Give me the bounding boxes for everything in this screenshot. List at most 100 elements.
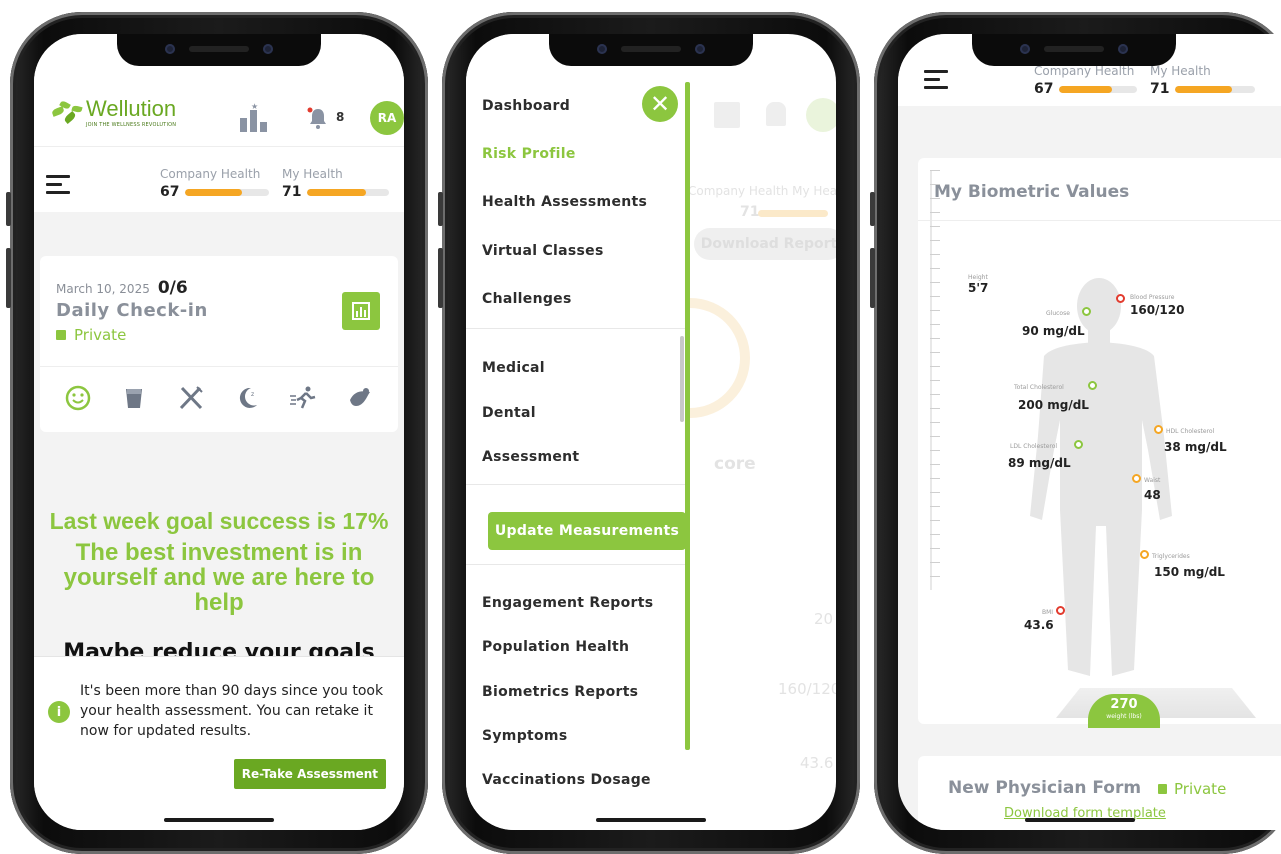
menu-item-health-assessments[interactable]: Health Assessments <box>482 194 647 210</box>
phone-frame-dashboard: Wellution JOIN THE WELLNESS REVOLUTION ★… <box>6 12 428 854</box>
running-icon[interactable] <box>289 384 317 412</box>
menu-item-dashboard[interactable]: Dashboard <box>482 98 570 114</box>
brand-tagline: JOIN THE WELLNESS REVOLUTION <box>86 122 177 128</box>
biometrics-screen: Company Health 67 My Health 71 My Biomet… <box>898 34 1281 830</box>
retake-assessment-notice: i It's been more than 90 days since you … <box>34 656 404 830</box>
menu-item-symptoms[interactable]: Symptoms <box>482 728 567 744</box>
hdl-cholesterol-value: 38 mg/dL <box>1164 440 1227 454</box>
menu-item-virtual-classes[interactable]: Virtual Classes <box>482 243 604 259</box>
menu-item-population-health[interactable]: Population Health <box>482 639 629 655</box>
side-navigation-menu: Dashboard Risk Profile Health Assessment… <box>466 34 688 830</box>
info-icon: i <box>48 701 70 723</box>
smile-icon[interactable] <box>64 384 92 412</box>
faded-score-text: core <box>714 454 756 474</box>
ruler-tick <box>930 492 940 493</box>
meditation-icon[interactable] <box>346 384 374 412</box>
ruler-tick <box>930 408 940 409</box>
my-health-label: My Health <box>1150 64 1211 78</box>
ruler-tick <box>930 198 940 199</box>
checkin-count: 0/6 <box>157 278 188 298</box>
my-health-progress <box>307 188 390 196</box>
weight-value: 270 <box>1110 697 1138 712</box>
menu-divider <box>466 484 688 485</box>
ruler-tick <box>930 394 940 395</box>
phone-notch <box>972 34 1176 66</box>
ldl-cholesterol-marker-icon[interactable] <box>1074 440 1083 449</box>
my-health-progress <box>1175 85 1256 93</box>
checkin-chart-button[interactable] <box>342 292 380 330</box>
dashboard-screen: Wellution JOIN THE WELLNESS REVOLUTION ★… <box>34 34 404 830</box>
menu-item-dental[interactable]: Dental <box>482 405 536 421</box>
ruler-tick <box>930 282 940 283</box>
leaf-logo-icon <box>50 98 86 128</box>
waist-label: Waist <box>1144 477 1161 484</box>
waist-marker-icon[interactable] <box>1132 474 1141 483</box>
hdl-cholesterol-marker-icon[interactable] <box>1154 425 1163 434</box>
ruler-tick <box>930 184 940 185</box>
wellution-logo[interactable]: Wellution JOIN THE WELLNESS REVOLUTION <box>50 98 176 128</box>
glucose-label: Glucose <box>1046 310 1070 317</box>
menu-item-medical[interactable]: Medical <box>482 360 545 376</box>
faded-health-labels: Company Health My Health <box>688 184 836 198</box>
water-glass-icon[interactable] <box>120 384 148 412</box>
menu-item-vaccinations-dosage[interactable]: Vaccinations Dosage <box>482 772 651 788</box>
weight-unit: weight (lbs) <box>1106 713 1142 720</box>
ruler-tick <box>930 520 940 521</box>
faded-health-bar <box>758 210 828 217</box>
weight-badge: 270 weight (lbs) <box>1088 694 1160 728</box>
menu-item-risk-profile[interactable]: Risk Profile <box>482 146 576 162</box>
ruler-tick <box>930 212 940 213</box>
blood-pressure-label: Blood Pressure <box>1130 294 1175 301</box>
food-cutlery-icon[interactable] <box>177 384 205 412</box>
glucose-marker-icon[interactable] <box>1082 307 1091 316</box>
close-menu-button[interactable]: ✕ <box>642 86 678 122</box>
daily-checkin-card[interactable]: March 10, 2025 0/6 Daily Check-in Privat… <box>40 256 398 432</box>
height-ruler <box>930 170 942 590</box>
ruler-tick <box>930 226 940 227</box>
hamburger-menu-icon[interactable] <box>46 175 70 199</box>
menu-item-assessment[interactable]: Assessment <box>482 449 579 465</box>
menu-divider <box>466 328 688 329</box>
body-silhouette <box>1030 278 1172 676</box>
height-value: 5'7 <box>968 281 989 295</box>
home-indicator <box>164 818 274 822</box>
company-health-value: 67 <box>160 184 180 200</box>
bmi-label: BMI <box>1042 609 1054 616</box>
goal-success-text: Last week goal success is 17% <box>49 508 389 534</box>
user-avatar[interactable]: RA <box>370 101 404 135</box>
brand-name: Wellution <box>86 96 177 121</box>
my-health-label: My Health <box>282 167 343 181</box>
ruler-tick <box>930 562 940 563</box>
motivation-text: The best investment is in yourself and w… <box>63 539 375 616</box>
menu-edge-rail <box>685 82 690 750</box>
retake-assessment-button[interactable]: Re-Take Assessment <box>233 759 386 789</box>
my-health: My Health 71 <box>282 167 390 200</box>
bmi-value: 43.6 <box>1024 618 1054 632</box>
menu-scrollbar[interactable] <box>680 336 684 422</box>
ruler-tick <box>930 450 940 451</box>
bmi-marker-icon[interactable] <box>1056 606 1065 615</box>
menu-item-biometrics-reports[interactable]: Biometrics Reports <box>482 684 638 700</box>
leaderboard-icon[interactable]: ★ <box>240 102 270 132</box>
ruler-tick <box>930 478 940 479</box>
blood-pressure-marker-icon[interactable] <box>1116 294 1125 303</box>
hamburger-menu-icon[interactable] <box>924 70 948 94</box>
faded-leaderboard-icon <box>714 102 740 128</box>
faded-avatar <box>806 98 836 132</box>
blood-pressure-value: 160/120 <box>1130 303 1185 317</box>
update-measurements-button[interactable]: Update Measurements <box>488 512 686 550</box>
home-indicator <box>596 818 706 822</box>
physician-form-privacy: Private <box>1174 780 1227 798</box>
sleep-moon-icon[interactable]: z <box>233 384 261 412</box>
triglycerides-marker-icon[interactable] <box>1140 550 1149 559</box>
total-cholesterol-label: Total Cholesterol <box>1014 384 1064 391</box>
notification-bell-icon[interactable] <box>306 106 330 130</box>
blood-pressure-metric: Blood Pressure 160/120 <box>1130 294 1184 317</box>
company-health-label: Company Health <box>160 167 261 181</box>
menu-item-challenges[interactable]: Challenges <box>482 291 572 307</box>
menu-item-engagement-reports[interactable]: Engagement Reports <box>482 595 653 611</box>
ruler-tick <box>930 254 940 255</box>
total-cholesterol-marker-icon[interactable] <box>1088 381 1097 390</box>
health-score-bar: Company Health 67 My Health 71 <box>34 146 404 212</box>
checkin-date: March 10, 2025 <box>56 282 150 296</box>
